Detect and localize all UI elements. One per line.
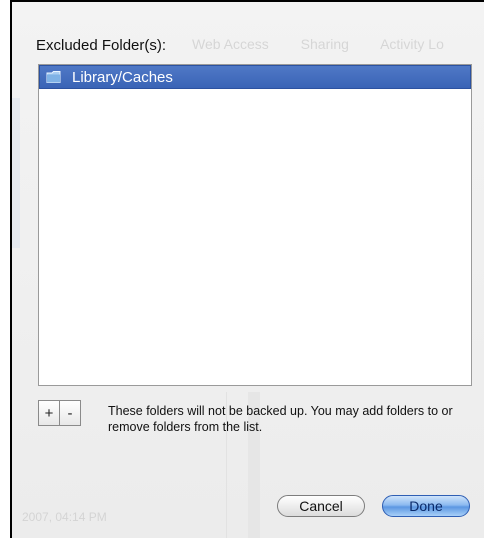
background-tab: Web Access: [192, 36, 269, 52]
add-folder-button[interactable]: +: [38, 400, 60, 426]
background-sidebar: [12, 98, 20, 248]
help-text: These folders will not be backed up. You…: [108, 404, 453, 434]
background-tabs: Web Access Sharing Activity Lo: [192, 36, 472, 52]
dialog-title: Excluded Folder(s):: [36, 37, 167, 54]
background-tab: Activity Lo: [380, 36, 444, 52]
done-button[interactable]: Done: [382, 495, 470, 517]
excluded-folders-sheet: Web Access Sharing Activity Lo 2007, 04:…: [10, 0, 484, 538]
excluded-folders-list[interactable]: Library/Caches: [38, 64, 472, 386]
list-item-label: Library/Caches: [72, 68, 173, 86]
remove-folder-button[interactable]: -: [60, 400, 81, 426]
background-tab: Sharing: [300, 36, 349, 52]
list-item[interactable]: Library/Caches: [39, 65, 471, 89]
background-fragment: 2007, 04:14 PM: [22, 510, 107, 524]
cancel-button[interactable]: Cancel: [277, 495, 365, 517]
folder-icon: [46, 70, 62, 84]
list-controls: + -: [38, 400, 81, 426]
